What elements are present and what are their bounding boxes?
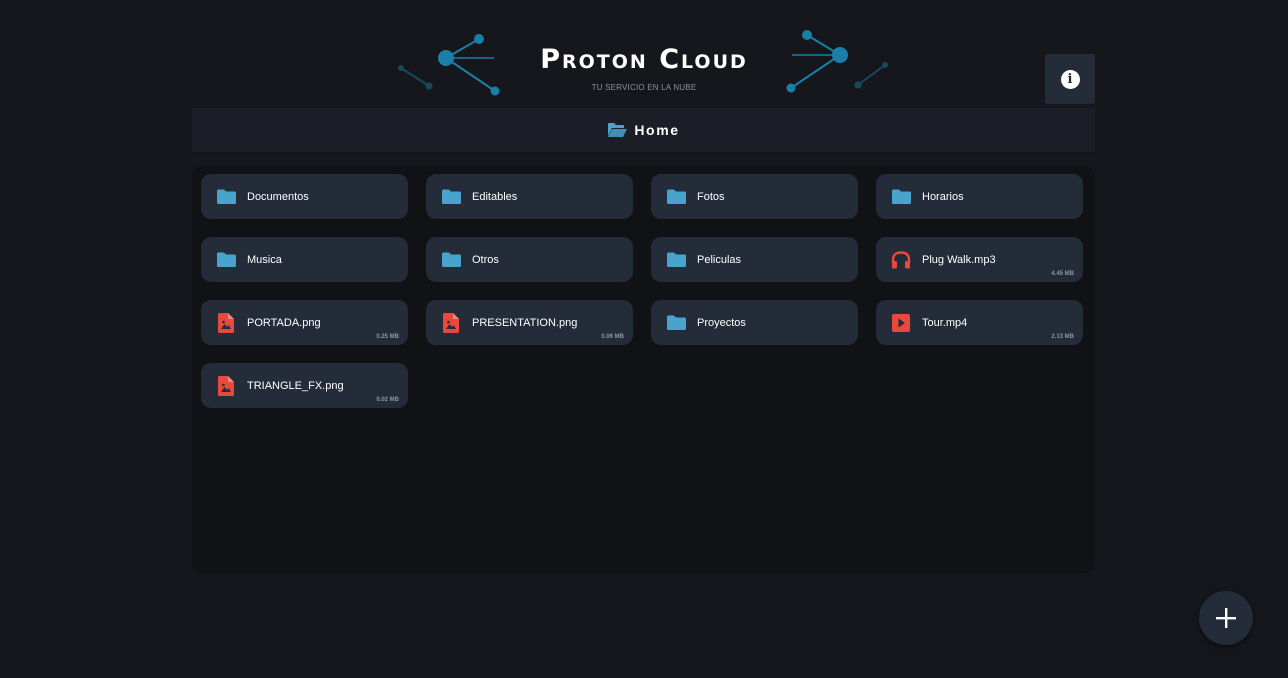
folder-open-icon [608, 123, 628, 137]
item-name: Fotos [697, 190, 725, 203]
file-item[interactable]: Tour.mp4 2.13 MB [876, 300, 1083, 345]
files-grid: Documentos Editables Fotos Horarios Musica Ot… [201, 174, 1083, 408]
item-name: TRIANGLE_FX.png [247, 379, 344, 392]
image-file-icon [216, 312, 236, 333]
item-name: Tour.mp4 [922, 316, 968, 329]
image-file-icon [216, 375, 236, 396]
folder-icon [216, 187, 236, 207]
item-name: PRESENTATION.png [472, 316, 578, 329]
image-file-icon [441, 312, 461, 333]
item-size: 0.02 MB [376, 397, 399, 403]
folder-icon [441, 187, 461, 207]
folder-item[interactable]: Peliculas [651, 237, 858, 282]
folder-item[interactable]: Fotos [651, 174, 858, 219]
folder-icon [666, 313, 686, 333]
folder-item[interactable]: Horarios [876, 174, 1083, 219]
folder-icon [216, 250, 236, 270]
item-size: 0.25 MB [376, 334, 399, 340]
folder-icon [666, 187, 686, 207]
add-button[interactable] [1199, 591, 1253, 645]
app-subtitle: TU SERVICIO EN LA NUBE [591, 83, 697, 92]
app-logo: Proton Cloud TU SERVICIO EN LA NUBE [396, 28, 892, 100]
breadcrumb: Home [192, 108, 1095, 154]
info-button[interactable]: i [1045, 54, 1095, 104]
folder-icon [441, 250, 461, 270]
folder-item[interactable]: Musica [201, 237, 408, 282]
item-name: Documentos [247, 190, 309, 203]
folder-icon [891, 187, 911, 207]
item-name: Otros [472, 253, 499, 266]
folder-item[interactable]: Documentos [201, 174, 408, 219]
plus-icon [1216, 608, 1236, 628]
video-file-icon [891, 313, 911, 333]
headphones-icon [891, 250, 911, 270]
file-item[interactable]: PRESENTATION.png 0.06 MB [426, 300, 633, 345]
file-item[interactable]: PORTADA.png 0.25 MB [201, 300, 408, 345]
files-panel: Documentos Editables Fotos Horarios Musica Ot… [192, 165, 1095, 573]
file-item[interactable]: Plug Walk.mp3 4.45 MB [876, 237, 1083, 282]
item-name: Peliculas [697, 253, 742, 266]
file-item[interactable]: TRIANGLE_FX.png 0.02 MB [201, 363, 408, 408]
app-title: Proton Cloud [540, 44, 748, 75]
item-name: PORTADA.png [247, 316, 321, 329]
item-name: Musica [247, 253, 282, 266]
folder-item[interactable]: Proyectos [651, 300, 858, 345]
folder-item[interactable]: Editables [426, 174, 633, 219]
item-name: Proyectos [697, 316, 746, 329]
item-name: Editables [472, 190, 518, 203]
info-icon: i [1060, 69, 1080, 89]
item-size: 4.45 MB [1051, 271, 1074, 277]
folder-item[interactable]: Otros [426, 237, 633, 282]
item-size: 2.13 MB [1051, 334, 1074, 340]
item-name: Plug Walk.mp3 [922, 253, 996, 266]
item-size: 0.06 MB [601, 334, 624, 340]
folder-icon [666, 250, 686, 270]
item-name: Horarios [922, 190, 964, 203]
file-manager-page: Proton Cloud TU SERVICIO EN LA NUBE i Ho… [0, 0, 1288, 678]
breadcrumb-label[interactable]: Home [634, 122, 679, 138]
